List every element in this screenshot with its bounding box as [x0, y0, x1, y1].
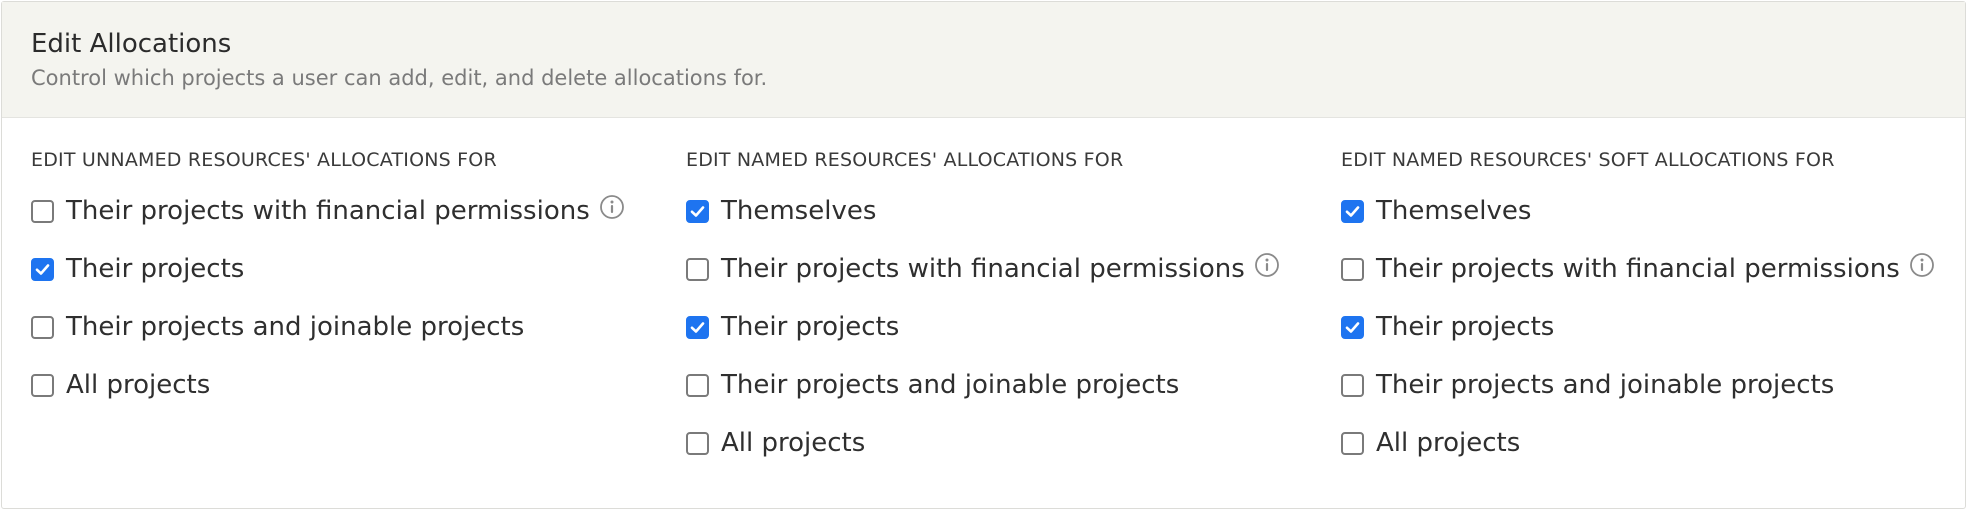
info-icon[interactable]	[1909, 252, 1935, 278]
checkbox-option[interactable]: Their projects	[31, 240, 625, 298]
checkbox-option[interactable]: All projects	[1341, 414, 1935, 472]
checkmark-icon	[690, 321, 705, 333]
checkbox-option[interactable]: Themselves	[1341, 182, 1935, 240]
checkbox-option[interactable]: Their projects and joinable projects	[31, 298, 625, 356]
checkmark-icon	[1345, 321, 1360, 333]
option-label: All projects	[1376, 428, 1521, 458]
checkbox-checked[interactable]	[686, 199, 709, 223]
checkbox-option[interactable]: Their projects and joinable projects	[1341, 356, 1935, 414]
checkbox-option[interactable]: All projects	[686, 414, 1280, 472]
unnamed-allocations-column: EDIT UNNAMED RESOURCES' ALLOCATIONS FOR …	[31, 148, 625, 414]
option-label: All projects	[66, 370, 211, 400]
checkbox-option[interactable]: Their projects with financial permission…	[1341, 240, 1935, 298]
checkbox-unchecked[interactable]	[31, 199, 54, 223]
checkbox-checked[interactable]	[1341, 315, 1364, 339]
checkbox-option[interactable]: Their projects	[1341, 298, 1935, 356]
checkbox-unchecked[interactable]	[31, 373, 54, 397]
checkbox-option[interactable]: Their projects with financial permission…	[31, 182, 625, 240]
option-label: Their projects with financial permission…	[66, 196, 590, 226]
checkbox-unchecked[interactable]	[686, 373, 709, 397]
checkbox-option[interactable]: Themselves	[686, 182, 1280, 240]
option-list: Themselves Their projects with financial …	[1341, 182, 1935, 472]
checkbox-option[interactable]: Their projects	[686, 298, 1280, 356]
column-heading: EDIT UNNAMED RESOURCES' ALLOCATIONS FOR	[31, 149, 497, 171]
checkbox-unchecked[interactable]	[1341, 373, 1364, 397]
checkbox-option[interactable]: All projects	[31, 356, 625, 414]
option-label: Their projects and joinable projects	[721, 370, 1180, 400]
checkbox-unchecked[interactable]	[31, 315, 54, 339]
column-heading: EDIT NAMED RESOURCES' SOFT ALLOCATIONS F…	[1341, 149, 1835, 171]
option-label: Their projects with financial permission…	[721, 254, 1245, 284]
option-label: Their projects and joinable projects	[66, 312, 525, 342]
option-list: Their projects with financial permission…	[31, 182, 625, 414]
checkbox-unchecked[interactable]	[1341, 257, 1364, 281]
permission-columns: EDIT UNNAMED RESOURCES' ALLOCATIONS FOR …	[2, 118, 1965, 508]
option-label: Their projects with financial permission…	[1376, 254, 1900, 284]
edit-allocations-panel: Edit Allocations Control which projects …	[1, 1, 1966, 509]
panel-header: Edit Allocations Control which projects …	[2, 2, 1965, 118]
option-list: Themselves Their projects with financial …	[686, 182, 1280, 472]
checkbox-unchecked[interactable]	[686, 257, 709, 281]
info-icon[interactable]	[599, 194, 625, 220]
column-heading: EDIT NAMED RESOURCES' ALLOCATIONS FOR	[686, 149, 1124, 171]
checkbox-checked[interactable]	[686, 315, 709, 339]
checkmark-icon	[1345, 205, 1360, 217]
option-label: Their projects	[1376, 312, 1555, 342]
checkmark-icon	[690, 205, 705, 217]
option-label: Their projects and joinable projects	[1376, 370, 1835, 400]
option-label: Their projects	[66, 254, 245, 284]
panel-title: Edit Allocations	[31, 29, 232, 59]
checkbox-checked[interactable]	[31, 257, 54, 281]
option-label: Themselves	[721, 196, 877, 226]
option-label: All projects	[721, 428, 866, 458]
named-soft-allocations-column: EDIT NAMED RESOURCES' SOFT ALLOCATIONS F…	[1341, 148, 1935, 472]
checkmark-icon	[35, 263, 50, 275]
option-label: Themselves	[1376, 196, 1532, 226]
checkbox-checked[interactable]	[1341, 199, 1364, 223]
info-icon[interactable]	[1254, 252, 1280, 278]
checkbox-option[interactable]: Their projects with financial permission…	[686, 240, 1280, 298]
named-allocations-column: EDIT NAMED RESOURCES' ALLOCATIONS FOR Th…	[686, 148, 1280, 472]
checkbox-option[interactable]: Their projects and joinable projects	[686, 356, 1280, 414]
option-label: Their projects	[721, 312, 900, 342]
checkbox-unchecked[interactable]	[1341, 431, 1364, 455]
panel-subtitle: Control which projects a user can add, e…	[31, 66, 768, 90]
checkbox-unchecked[interactable]	[686, 431, 709, 455]
